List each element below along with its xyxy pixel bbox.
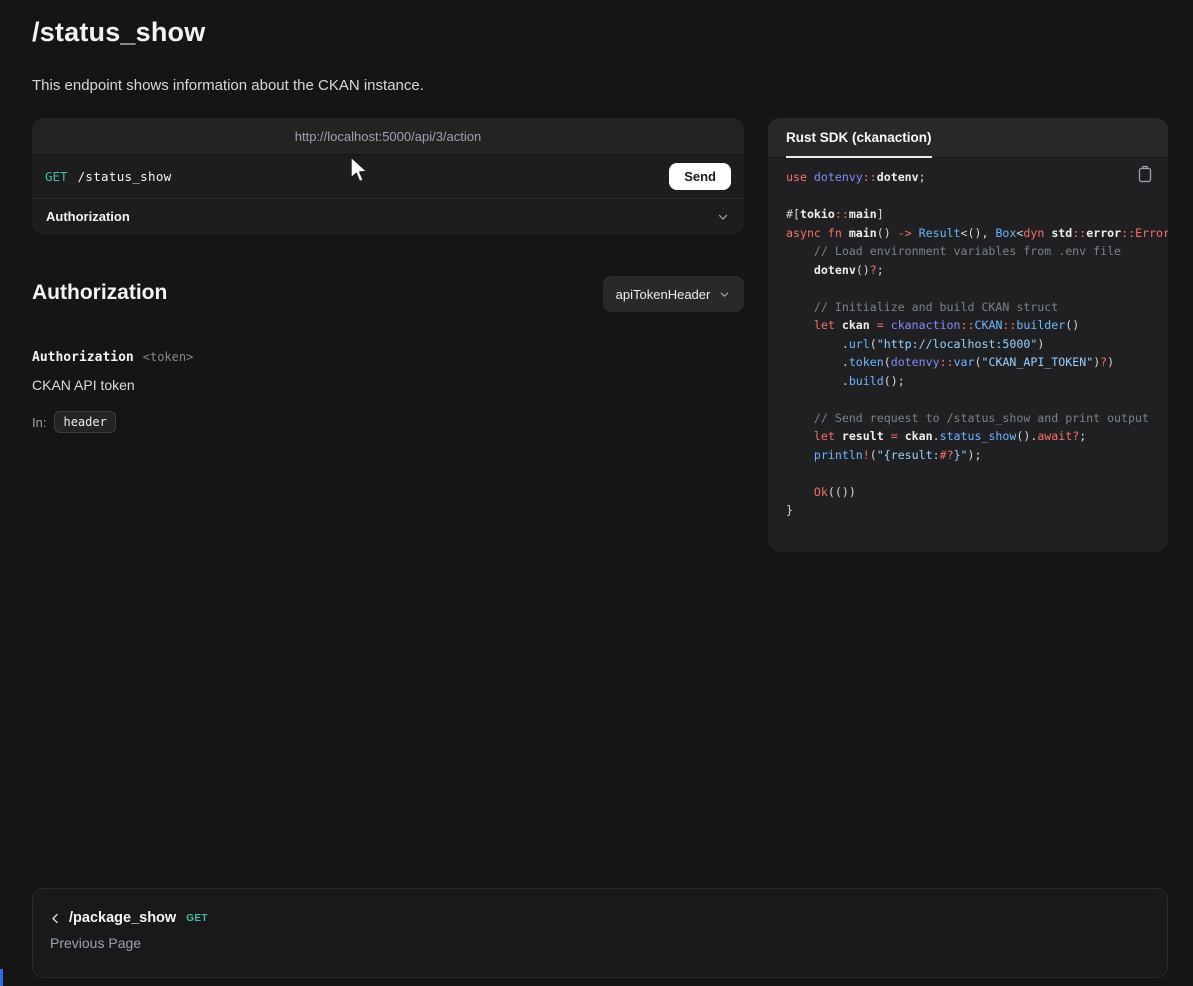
http-method-label: GET: [45, 169, 68, 184]
auth-parameter-placeholder: <token>: [143, 350, 194, 364]
previous-page-link[interactable]: /package_show GET Previous Page: [32, 888, 1168, 978]
chevron-down-icon: [716, 210, 730, 224]
tab-rust-sdk[interactable]: Rust SDK (ckanaction): [786, 118, 932, 158]
clipboard-icon[interactable]: [1137, 165, 1153, 186]
send-button[interactable]: Send: [669, 163, 731, 190]
auth-parameter: Authorization <token>: [32, 346, 193, 365]
auth-in-value-badge: header: [54, 411, 115, 433]
request-line: GET /status_show Send: [32, 155, 744, 198]
auth-in-label: In:: [32, 415, 46, 430]
endpoint-description: This endpoint shows information about th…: [32, 77, 424, 94]
chevron-left-icon: [49, 912, 62, 925]
auth-parameter-description: CKAN API token: [32, 377, 135, 393]
previous-page-label: Previous Page: [49, 935, 1151, 951]
request-address-bar[interactable]: http://localhost:5000/api/3/action: [32, 118, 744, 155]
edge-focus-bar: [0, 969, 3, 986]
auth-scheme-select[interactable]: apiTokenHeader: [603, 276, 744, 312]
previous-endpoint-method: GET: [186, 913, 208, 924]
previous-endpoint-name: /package_show: [69, 910, 176, 926]
auth-in-row: In: header: [32, 411, 116, 433]
request-path: /status_show: [78, 169, 172, 184]
auth-scheme-value: apiTokenHeader: [616, 287, 711, 302]
code-sample-panel: Rust SDK (ckanaction) use dotenvy::doten…: [768, 118, 1168, 552]
api-test-panel: http://localhost:5000/api/3/action GET /…: [32, 118, 744, 235]
previous-page-title-row: /package_show GET: [49, 910, 1151, 926]
page-title: /status_show: [32, 17, 205, 48]
request-authorization-toggle[interactable]: Authorization: [32, 198, 744, 234]
request-base-url: http://localhost:5000/api/3/action: [295, 129, 481, 144]
auth-parameter-name: Authorization: [32, 350, 134, 365]
authorization-heading: Authorization: [32, 281, 167, 305]
code-sample-header: Rust SDK (ckanaction): [768, 118, 1168, 158]
request-authorization-label: Authorization: [46, 209, 130, 224]
code-block: use dotenvy::dotenv; #[tokio::main]async…: [768, 158, 1168, 520]
chevron-down-icon: [718, 288, 731, 301]
